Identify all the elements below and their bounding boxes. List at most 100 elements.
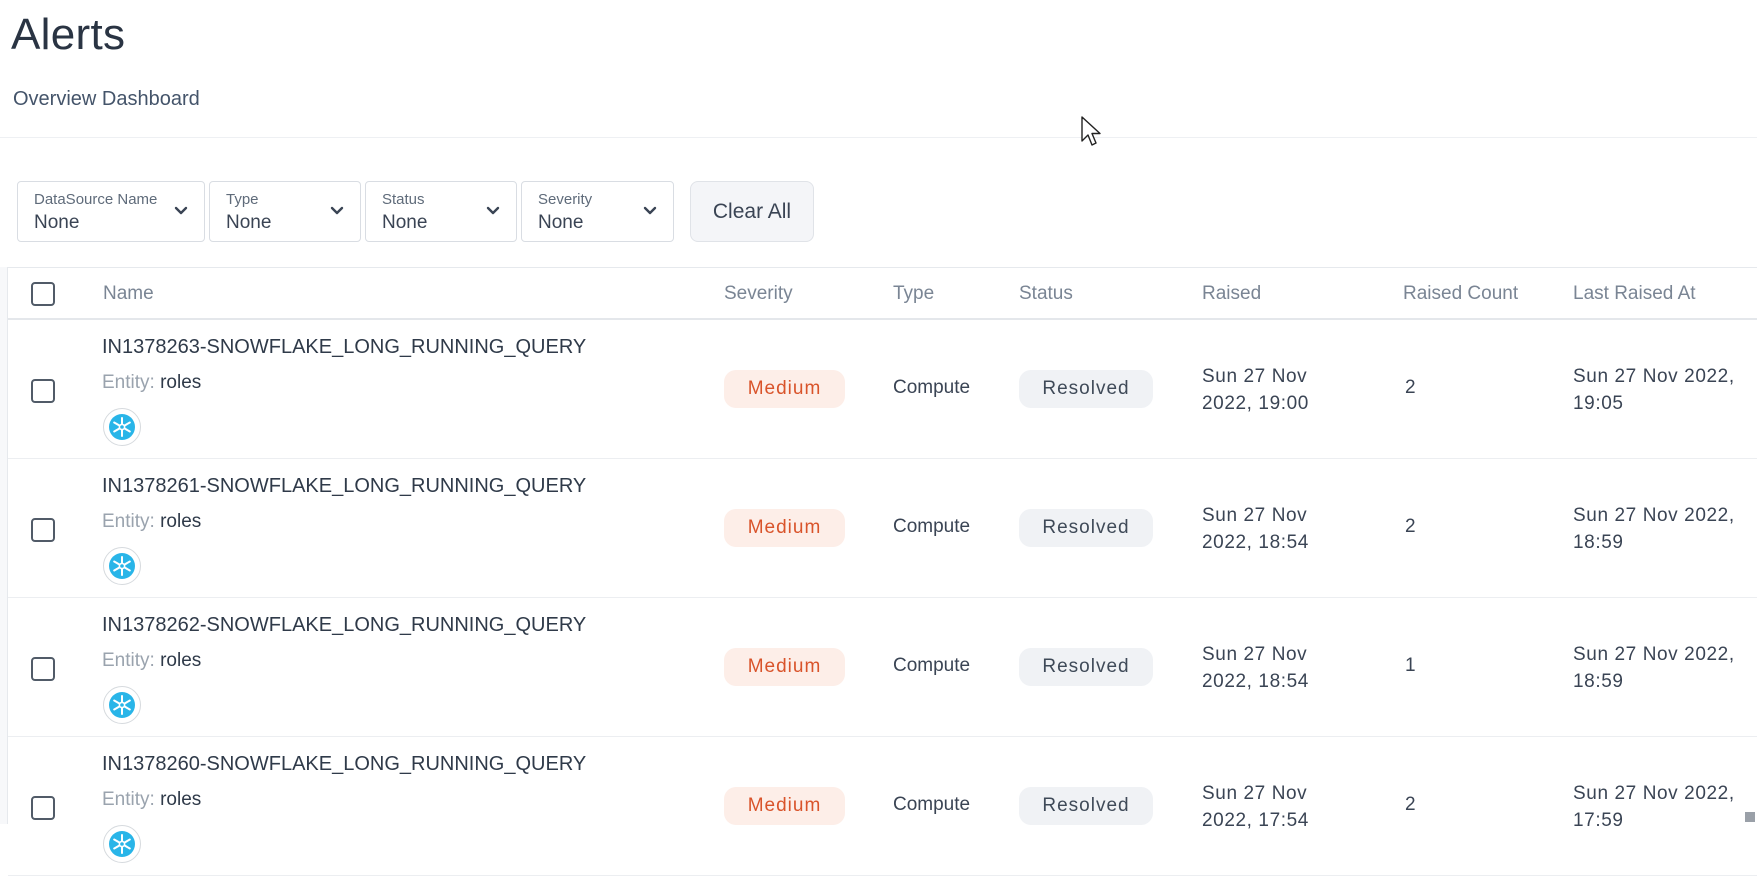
column-header-severity[interactable]: Severity: [724, 283, 793, 305]
column-header-type[interactable]: Type: [893, 283, 934, 305]
page-title: Alerts: [11, 10, 125, 60]
severity-badge: Medium: [724, 370, 845, 408]
alert-type: Compute: [893, 377, 970, 399]
chevron-down-icon: [486, 204, 500, 218]
raised-count: 1: [1405, 655, 1416, 677]
content-area: DataSource Name None Type None Status No…: [0, 137, 1757, 824]
filter-value: None: [382, 212, 427, 234]
status-badge: Resolved: [1019, 787, 1153, 825]
filter-value: None: [34, 212, 79, 234]
snowflake-icon: [103, 547, 141, 585]
severity-badge: Medium: [724, 787, 845, 825]
last-raised-line1: Sun 27 Nov 2022,: [1573, 780, 1735, 807]
filter-datasource-name[interactable]: DataSource Name None: [17, 181, 205, 242]
raised-count: 2: [1405, 516, 1416, 538]
raised-date-line2: 2022, 17:54: [1202, 807, 1309, 834]
raised-date-line1: Sun 27 Nov: [1202, 780, 1309, 807]
raised-date: Sun 27 Nov 2022, 17:54: [1202, 780, 1309, 834]
entity-value: roles: [160, 650, 201, 671]
table-header: Name Severity Type Status Raised Raised …: [8, 268, 1757, 320]
row-checkbox[interactable]: [31, 518, 55, 542]
filter-label: DataSource Name: [34, 191, 157, 208]
alert-entity: Entity: roles: [102, 511, 201, 533]
table-row[interactable]: IN1378262-SNOWFLAKE_LONG_RUNNING_QUERY E…: [8, 598, 1757, 737]
filter-value: None: [538, 212, 583, 234]
entity-value: roles: [160, 511, 201, 532]
severity-badge: Medium: [724, 648, 845, 686]
entity-label: Entity:: [102, 650, 155, 671]
last-raised-at: Sun 27 Nov 2022, 18:59: [1573, 641, 1735, 695]
alert-type: Compute: [893, 516, 970, 538]
alert-entity: Entity: roles: [102, 372, 201, 394]
page-header: Alerts Overview Dashboard: [0, 0, 1757, 137]
alert-name[interactable]: IN1378262-SNOWFLAKE_LONG_RUNNING_QUERY: [102, 614, 586, 637]
last-raised-line2: 18:59: [1573, 668, 1735, 695]
entity-label: Entity:: [102, 511, 155, 532]
raised-date-line2: 2022, 18:54: [1202, 529, 1309, 556]
entity-label: Entity:: [102, 789, 155, 810]
status-badge: Resolved: [1019, 648, 1153, 686]
filter-bar: DataSource Name None Type None Status No…: [0, 137, 1757, 267]
raised-date: Sun 27 Nov 2022, 18:54: [1202, 641, 1309, 695]
select-all-checkbox[interactable]: [31, 282, 55, 306]
overview-dashboard-link[interactable]: Overview Dashboard: [13, 88, 200, 111]
filter-severity[interactable]: Severity None: [521, 181, 674, 242]
clear-all-button[interactable]: Clear All: [690, 181, 814, 242]
alerts-table: Name Severity Type Status Raised Raised …: [7, 267, 1757, 824]
raised-date: Sun 27 Nov 2022, 18:54: [1202, 502, 1309, 556]
last-raised-line1: Sun 27 Nov 2022,: [1573, 502, 1735, 529]
raised-count: 2: [1405, 794, 1416, 816]
table-row[interactable]: IN1378263-SNOWFLAKE_LONG_RUNNING_QUERY E…: [8, 320, 1757, 459]
raised-date-line1: Sun 27 Nov: [1202, 363, 1309, 390]
entity-value: roles: [160, 372, 201, 393]
filter-value: None: [226, 212, 271, 234]
raised-date: Sun 27 Nov 2022, 19:00: [1202, 363, 1309, 417]
last-raised-at: Sun 27 Nov 2022, 17:59: [1573, 780, 1735, 834]
last-raised-line1: Sun 27 Nov 2022,: [1573, 641, 1735, 668]
chevron-down-icon: [330, 204, 344, 218]
raised-date-line1: Sun 27 Nov: [1202, 641, 1309, 668]
last-raised-line2: 19:05: [1573, 390, 1735, 417]
raised-date-line2: 2022, 18:54: [1202, 668, 1309, 695]
status-badge: Resolved: [1019, 509, 1153, 547]
snowflake-icon: [103, 686, 141, 724]
row-checkbox[interactable]: [31, 657, 55, 681]
row-checkbox[interactable]: [31, 379, 55, 403]
entity-label: Entity:: [102, 372, 155, 393]
resize-handle-icon[interactable]: [1745, 812, 1755, 822]
last-raised-line2: 17:59: [1573, 807, 1735, 834]
alert-name[interactable]: IN1378260-SNOWFLAKE_LONG_RUNNING_QUERY: [102, 753, 586, 776]
filter-type[interactable]: Type None: [209, 181, 361, 242]
row-checkbox[interactable]: [31, 796, 55, 820]
filter-label: Type: [226, 191, 259, 208]
column-header-last-raised-at[interactable]: Last Raised At: [1573, 283, 1696, 305]
raised-count: 2: [1405, 377, 1416, 399]
alert-entity: Entity: roles: [102, 789, 201, 811]
alert-type: Compute: [893, 794, 970, 816]
alert-type: Compute: [893, 655, 970, 677]
severity-badge: Medium: [724, 509, 845, 547]
snowflake-icon: [103, 408, 141, 446]
last-raised-line1: Sun 27 Nov 2022,: [1573, 363, 1735, 390]
column-header-name[interactable]: Name: [103, 283, 154, 305]
column-header-raised-count[interactable]: Raised Count: [1403, 283, 1518, 305]
table-row[interactable]: IN1378261-SNOWFLAKE_LONG_RUNNING_QUERY E…: [8, 459, 1757, 598]
filter-label: Status: [382, 191, 425, 208]
table-row[interactable]: IN1378260-SNOWFLAKE_LONG_RUNNING_QUERY E…: [8, 737, 1757, 876]
column-header-raised[interactable]: Raised: [1202, 283, 1261, 305]
entity-value: roles: [160, 789, 201, 810]
alert-entity: Entity: roles: [102, 650, 201, 672]
last-raised-at: Sun 27 Nov 2022, 19:05: [1573, 363, 1735, 417]
filter-label: Severity: [538, 191, 592, 208]
chevron-down-icon: [643, 204, 657, 218]
snowflake-icon: [103, 825, 141, 863]
last-raised-line2: 18:59: [1573, 529, 1735, 556]
filter-status[interactable]: Status None: [365, 181, 517, 242]
status-badge: Resolved: [1019, 370, 1153, 408]
last-raised-at: Sun 27 Nov 2022, 18:59: [1573, 502, 1735, 556]
column-header-status[interactable]: Status: [1019, 283, 1073, 305]
alert-name[interactable]: IN1378261-SNOWFLAKE_LONG_RUNNING_QUERY: [102, 475, 586, 498]
alert-name[interactable]: IN1378263-SNOWFLAKE_LONG_RUNNING_QUERY: [102, 336, 586, 359]
chevron-down-icon: [174, 204, 188, 218]
raised-date-line1: Sun 27 Nov: [1202, 502, 1309, 529]
